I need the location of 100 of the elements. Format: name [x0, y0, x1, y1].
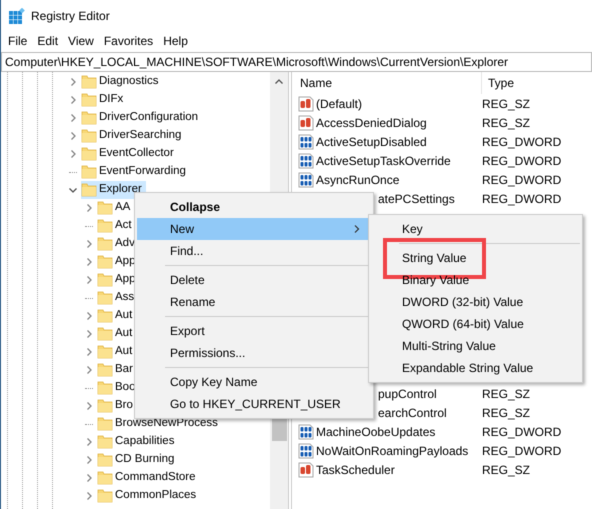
binary-value-icon [298, 134, 314, 150]
folder-icon [81, 129, 97, 143]
tree-item[interactable]: CommandStore [97, 469, 200, 487]
registry-icon [8, 8, 25, 24]
tree-item[interactable]: Aut [97, 325, 136, 343]
tree-item[interactable]: EventForwarding [81, 163, 190, 181]
menu-item[interactable]: Multi-String Value [402, 337, 496, 355]
menu-item[interactable]: Edit [32, 32, 64, 50]
binary-value-icon [298, 172, 314, 188]
value-name[interactable]: AccessDeniedDialog [316, 114, 427, 132]
tree-item[interactable]: CD Burning [97, 451, 178, 469]
scroll-thumb[interactable] [272, 417, 286, 441]
value-type: REG_SZ [482, 386, 530, 402]
string-value-icon [298, 114, 314, 130]
folder-icon [97, 327, 113, 341]
tree-item[interactable]: AA [97, 199, 134, 217]
value-name[interactable]: ActiveSetupTaskOverride [316, 152, 451, 170]
value-type: REG_SZ [482, 462, 530, 478]
value-type: REG_SZ [482, 96, 530, 112]
folder-icon [97, 363, 113, 377]
tree-item[interactable]: Bro [97, 397, 137, 415]
folder-icon [81, 93, 97, 107]
folder-icon [97, 219, 113, 233]
value-name[interactable]: ActiveSetupDisabled [316, 132, 427, 150]
value-type: REG_DWORD [482, 424, 562, 440]
folder-icon [97, 309, 113, 323]
window-title: Registry Editor [31, 8, 110, 25]
value-type: REG_DWORD [482, 190, 562, 208]
tree-item[interactable]: Aut [97, 343, 136, 361]
folder-icon [97, 273, 113, 287]
folder-icon [97, 489, 113, 503]
menu-item[interactable]: File [3, 32, 32, 50]
menu-item[interactable]: Rename [137, 291, 371, 313]
value-type: REG_DWORD [482, 152, 562, 170]
menu-item[interactable]: New [137, 218, 371, 240]
tree-item[interactable]: CommonPlaces [97, 487, 200, 505]
value-type: REG_DWORD [482, 172, 562, 188]
tree-item[interactable]: DIFx [81, 91, 128, 109]
tree-item[interactable]: BrowseNewProcess [97, 415, 222, 433]
value-type: REG_SZ [482, 404, 530, 422]
value-name[interactable]: pupControl [378, 384, 437, 402]
value-name[interactable]: MachineOobeUpdates [316, 422, 436, 440]
column-header[interactable]: Name [292, 72, 482, 94]
tree-item[interactable]: Adv [97, 235, 139, 253]
tree-item[interactable]: Aut [97, 307, 136, 325]
binary-value-icon [298, 424, 314, 440]
value-type: REG_DWORD [482, 134, 562, 150]
tree-item[interactable]: Ass [97, 289, 138, 307]
chevron-right-icon[interactable] [84, 401, 94, 411]
value-name[interactable]: atePCSettings [378, 190, 455, 208]
binary-value-icon [298, 152, 314, 168]
folder-icon [97, 237, 113, 251]
folder-icon [97, 291, 113, 305]
folder-icon [97, 435, 113, 449]
binary-value-icon [298, 442, 314, 458]
menu-item[interactable]: Expandable String Value [402, 359, 534, 377]
menu-item[interactable]: String Value [402, 249, 466, 267]
folder-icon [81, 147, 97, 161]
menu-item[interactable]: Copy Key Name [137, 371, 371, 393]
menu-item[interactable]: Go to HKEY_CURRENT_USER [137, 393, 371, 415]
value-name[interactable]: NoWaitOnRoamingPayloads [316, 442, 468, 460]
folder-icon [97, 201, 113, 215]
value-type: REG_DWORD [482, 442, 562, 460]
tree-item[interactable]: Bar [97, 361, 137, 379]
value-name[interactable]: earchControl [378, 404, 447, 422]
tree-item[interactable]: Capabilities [97, 433, 178, 451]
chevron-right-icon[interactable] [84, 203, 94, 213]
menu-item[interactable]: Favorites [98, 32, 158, 50]
tree-item[interactable]: Explorer [81, 181, 146, 199]
chevron-down-icon[interactable] [68, 185, 78, 195]
tree-item[interactable]: Act [97, 217, 136, 235]
column-header[interactable]: Type [482, 74, 514, 92]
folder-icon [97, 453, 113, 467]
tree-item[interactable]: DriverSearching [81, 127, 186, 145]
folder-icon [97, 381, 113, 395]
menu-item[interactable]: Help [158, 32, 193, 50]
menu-item[interactable]: View [63, 32, 99, 50]
folder-icon [81, 75, 97, 89]
string-value-icon [298, 462, 314, 478]
tree-item[interactable]: EventCollector [81, 145, 178, 163]
value-name[interactable]: AsyncRunOnce [316, 170, 400, 188]
menu-item[interactable]: Export [137, 320, 371, 342]
menu-item[interactable]: Delete [137, 269, 371, 291]
menu-item[interactable]: Collapse [137, 196, 371, 218]
value-name[interactable]: (Default) [316, 94, 362, 112]
folder-icon [97, 399, 113, 413]
menu-item[interactable]: Permissions... [137, 342, 371, 364]
folder-icon [97, 417, 113, 431]
menu-item[interactable]: DWORD (32-bit) Value [402, 293, 524, 311]
folder-icon [81, 183, 97, 197]
folder-icon [97, 345, 113, 359]
menu-item[interactable]: Find... [137, 240, 371, 262]
value-name[interactable]: TaskScheduler [316, 460, 395, 478]
tree-item[interactable]: DriverConfiguration [81, 109, 202, 127]
menu-item[interactable]: QWORD (64-bit) Value [402, 315, 524, 333]
menu-item[interactable]: Key [402, 220, 423, 238]
folder-icon [97, 255, 113, 269]
address-field[interactable]: Computer\HKEY_LOCAL_MACHINE\SOFTWARE\Microsoft\Windows\CurrentVersion\Explorer [1, 52, 592, 72]
folder-icon [81, 165, 97, 179]
tree-item[interactable]: Diagnostics [81, 73, 162, 91]
